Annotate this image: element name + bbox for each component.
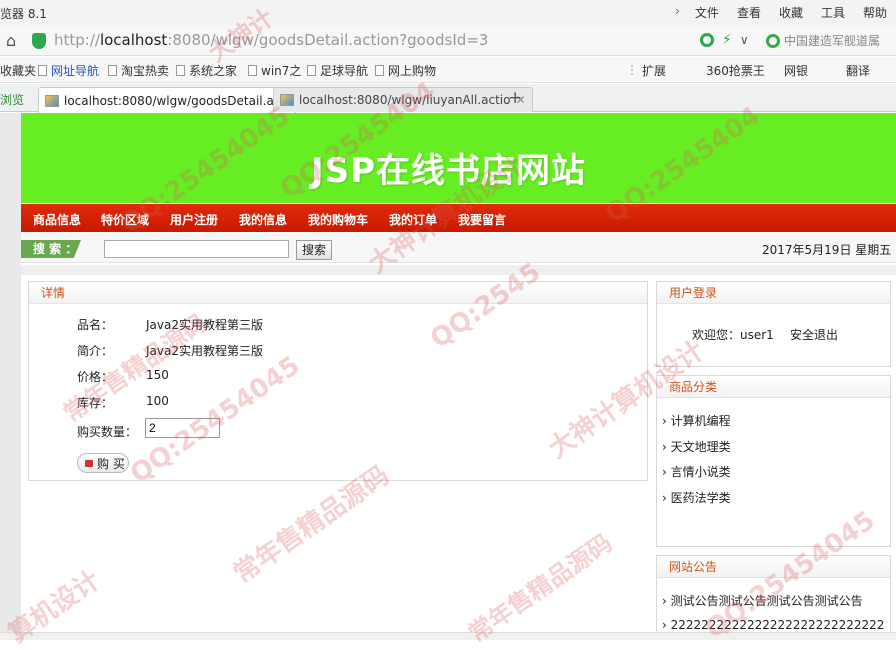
- browser-title-bar: 览器 8.1 › 文件 查看 收藏 工具 帮助: [0, 0, 896, 26]
- menu-file[interactable]: 文件: [686, 4, 728, 21]
- site-search-input[interactable]: [104, 240, 289, 258]
- site-banner: JSP在线书店网站: [21, 113, 896, 203]
- url-input[interactable]: http://localhost:8080/wlgw/goodsDetail.a…: [54, 31, 488, 49]
- qty-label: 购买数量：: [77, 425, 138, 439]
- stock-value: 100: [146, 394, 169, 408]
- detail-heading: 详情: [29, 282, 647, 304]
- ext-bank[interactable]: 网银: [784, 62, 808, 79]
- notice-heading: 网站公告: [657, 556, 890, 578]
- ext-extend[interactable]: 扩展: [642, 62, 666, 79]
- search-engine-query: 中国建造军舰道属: [784, 34, 881, 48]
- sidebar-toggle[interactable]: 浏览: [0, 91, 24, 108]
- site-search-row: 搜 索 ： 搜索 2017年5月19日 星期五: [21, 233, 896, 263]
- search-label: 搜 索 ：: [21, 240, 81, 258]
- bookmark-favorites[interactable]: 收藏夹: [0, 62, 36, 79]
- page-viewport: JSP在线书店网站 商品信息 特价区域 用户注册 我的信息 我的购物车 我的订单…: [0, 113, 896, 640]
- tab-favicon-icon: [45, 94, 59, 107]
- site-search-button[interactable]: 搜索: [296, 240, 333, 260]
- page-icon: [375, 65, 384, 76]
- tab-label: localhost:8080/wlgw/goodsDetail.a: [64, 93, 274, 108]
- browser-menu: › 文件 查看 收藏 工具 帮助: [669, 4, 896, 21]
- ext-ticket[interactable]: 360抢票王: [706, 62, 765, 79]
- menu-favorites[interactable]: 收藏: [770, 4, 812, 21]
- nav-goods-info[interactable]: 商品信息: [33, 211, 81, 228]
- intro-label: 简介：: [77, 344, 114, 358]
- user-login-box: 用户登录 欢迎您：user1 安全退出: [656, 281, 891, 367]
- nav-my-info[interactable]: 我的信息: [239, 211, 287, 228]
- buy-label: 购 买: [97, 456, 125, 471]
- browser-app-name: 览器 8.1: [0, 7, 47, 21]
- bookmarks-bar: 收藏夹 网址导航 淘宝热卖 系统之家 win7之 足球导航 网上购物 ⋮ 扩展 …: [0, 57, 896, 83]
- notice-item[interactable]: › 2222222222222222222222222222: [662, 618, 887, 632]
- site-title: JSP在线书店网站: [311, 151, 587, 191]
- goods-detail-panel: 详情 品名： Java2实用教程第三版 简介： Java2实用教程第三版 价格：…: [28, 281, 648, 481]
- intro-value: Java2实用教程第三版: [146, 344, 263, 358]
- buy-button[interactable]: 购 买: [77, 453, 129, 473]
- url-host: localhost: [99, 31, 168, 49]
- address-bar: ⌂ http://localhost:8080/wlgw/goodsDetail…: [0, 26, 896, 56]
- category-heading: 商品分类: [657, 376, 890, 398]
- page-icon: [108, 65, 117, 76]
- home-icon[interactable]: ⌂: [6, 31, 16, 50]
- logout-link[interactable]: 安全退出: [790, 326, 838, 343]
- tab-goods-detail[interactable]: localhost:8080/wlgw/goodsDetail.a ✕: [38, 87, 296, 113]
- nav-register[interactable]: 用户注册: [170, 211, 218, 228]
- page-icon: [38, 65, 47, 76]
- main-nav: 商品信息 特价区域 用户注册 我的信息 我的购物车 我的订单 我要留言: [21, 204, 896, 232]
- nav-my-cart[interactable]: 我的购物车: [308, 211, 368, 228]
- separator: [21, 265, 896, 275]
- tab-liuyan[interactable]: localhost:8080/wlgw/liuyanAll.actio ✕: [273, 87, 533, 112]
- category-box: 商品分类 › 计算机编程 › 天文地理类 › 言情小说类 › 医药法学类: [656, 375, 891, 547]
- search-engine-icon: [766, 33, 780, 48]
- tab-bar: 浏览 localhost:8080/wlgw/goodsDetail.a ✕ l…: [0, 84, 896, 113]
- status-bar: [0, 632, 896, 640]
- nav-my-orders[interactable]: 我的订单: [389, 211, 437, 228]
- bookmark-xitong[interactable]: 系统之家: [176, 62, 237, 79]
- nav-special-offers[interactable]: 特价区域: [101, 211, 149, 228]
- ext-translate[interactable]: 翻译: [846, 62, 870, 79]
- bookmark-nav[interactable]: 网址导航: [38, 62, 99, 79]
- notice-box: 网站公告 › 测试公告测试公告测试公告测试公告 › 22222222222222…: [656, 555, 891, 640]
- toolbar-grip-icon: ⋮: [626, 63, 638, 77]
- bookmark-shopping[interactable]: 网上购物: [375, 62, 436, 79]
- page-icon: [307, 65, 316, 76]
- menu-chevron-icon[interactable]: ›: [669, 4, 686, 21]
- notice-item[interactable]: › 测试公告测试公告测试公告测试公告: [662, 592, 887, 609]
- menu-help[interactable]: 帮助: [854, 4, 896, 21]
- nav-leave-message[interactable]: 我要留言: [458, 211, 506, 228]
- tab-label: localhost:8080/wlgw/liuyanAll.actio: [299, 93, 511, 107]
- page-icon: [248, 65, 257, 76]
- bookmark-win7[interactable]: win7之: [248, 62, 301, 79]
- bookmark-football[interactable]: 足球导航: [307, 62, 368, 79]
- menu-view[interactable]: 查看: [728, 4, 770, 21]
- price-label: 价格：: [77, 370, 114, 384]
- tab-favicon-icon: [280, 94, 294, 106]
- speed-mode-icon[interactable]: ⚡: [722, 32, 732, 48]
- left-gutter: [0, 113, 21, 640]
- quantity-input[interactable]: [145, 418, 220, 438]
- address-tools: ⚡ ∨: [700, 32, 749, 48]
- bookmark-taobao[interactable]: 淘宝热卖: [108, 62, 169, 79]
- new-tab-button[interactable]: +: [508, 88, 522, 108]
- stock-label: 库存：: [77, 396, 114, 410]
- search-engine-box[interactable]: 中国建造军舰道属: [766, 32, 880, 49]
- current-date: 2017年5月19日 星期五: [762, 243, 892, 257]
- security-shield-icon: [32, 33, 46, 49]
- welcome-text: 欢迎您：user1: [692, 328, 774, 342]
- refresh-icon[interactable]: [700, 33, 714, 47]
- url-path: :8080/wlgw/goodsDetail.action?goodsId=3: [167, 31, 489, 49]
- address-dropdown-icon[interactable]: ∨: [740, 33, 749, 47]
- name-label: 品名：: [77, 318, 114, 332]
- name-value: Java2实用教程第三版: [146, 318, 263, 332]
- category-item[interactable]: › 医药法学类: [662, 489, 731, 506]
- price-value: 150: [146, 368, 169, 382]
- category-item[interactable]: › 言情小说类: [662, 463, 731, 480]
- page-icon: [176, 65, 185, 76]
- url-scheme: http://: [54, 31, 100, 49]
- menu-tools[interactable]: 工具: [812, 4, 854, 21]
- category-item[interactable]: › 天文地理类: [662, 438, 731, 455]
- cart-icon: [85, 459, 93, 467]
- login-heading: 用户登录: [657, 282, 890, 304]
- category-item[interactable]: › 计算机编程: [662, 412, 731, 429]
